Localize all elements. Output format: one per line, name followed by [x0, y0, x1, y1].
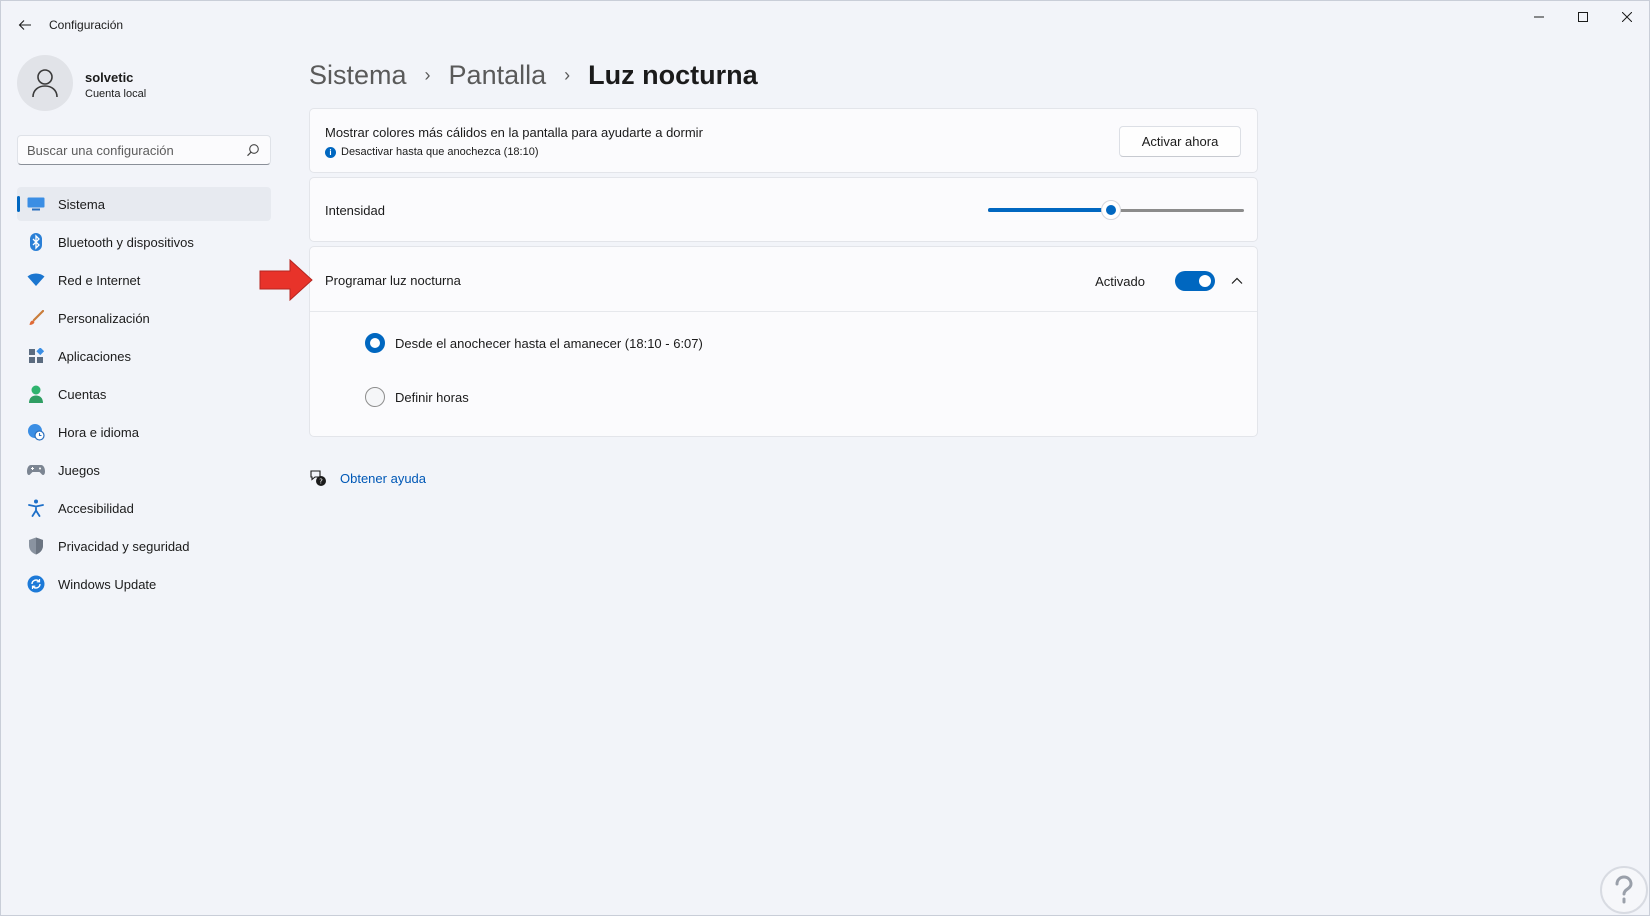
night-light-card: Mostrar colores más cálidos en la pantal… [309, 108, 1258, 173]
sidebar-item-hora[interactable]: Hora e idioma [17, 415, 271, 449]
person-icon [27, 385, 45, 403]
radio-button-selected[interactable] [365, 333, 385, 353]
sidebar-item-label: Accesibilidad [58, 500, 134, 516]
user-icon [32, 69, 58, 98]
breadcrumb-separator: › [424, 64, 431, 85]
slider-fill [988, 208, 1111, 212]
divider [310, 311, 1257, 312]
radio-sunset-to-sunrise[interactable]: Desde el anochecer hasta el amanecer (18… [365, 333, 703, 353]
wifi-icon [27, 271, 45, 289]
sidebar-item-label: Sistema [58, 196, 105, 212]
minimize-button[interactable] [1517, 1, 1561, 33]
back-arrow-icon [18, 20, 31, 30]
sidebar-item-label: Personalización [58, 310, 150, 326]
intensity-label: Intensidad [325, 203, 385, 218]
minimize-icon [1534, 16, 1544, 18]
bluetooth-icon [27, 233, 45, 251]
apps-icon [27, 347, 45, 365]
activate-now-button[interactable]: Activar ahora [1119, 126, 1241, 157]
sidebar-item-label: Privacidad y seguridad [58, 538, 190, 554]
annotation-arrow-icon [259, 259, 313, 301]
user-profile[interactable]: solvetic Cuenta local [17, 55, 277, 115]
radio-button[interactable] [365, 387, 385, 407]
gamepad-icon [27, 461, 45, 479]
sidebar-item-label: Cuentas [58, 386, 107, 402]
breadcrumb-pantalla[interactable]: Pantalla [449, 60, 547, 91]
chevron-up-icon[interactable] [1229, 273, 1245, 289]
globe-clock-icon [27, 423, 45, 441]
window-controls [1517, 1, 1649, 33]
sidebar-item-red[interactable]: Red e Internet [17, 263, 271, 297]
accessibility-icon [27, 499, 45, 517]
sidebar-item-label: Hora e idioma [58, 424, 139, 440]
schedule-label: Programar luz nocturna [325, 273, 461, 288]
help-chat-icon: ? [310, 470, 326, 486]
back-button[interactable] [13, 13, 37, 37]
sidebar-item-label: Bluetooth y dispositivos [58, 234, 194, 250]
search-icon[interactable] [246, 143, 260, 157]
slider-thumb[interactable] [1100, 200, 1121, 220]
maximize-button[interactable] [1561, 1, 1605, 33]
update-icon [27, 575, 45, 593]
night-light-status: i Desactivar hasta que anochezca (18:10) [325, 146, 539, 158]
account-type: Cuenta local [85, 88, 147, 100]
sidebar-item-label: Windows Update [58, 576, 157, 592]
sidebar-item-windows-update[interactable]: Windows Update [17, 567, 271, 601]
info-icon: i [325, 146, 336, 158]
close-button[interactable] [1605, 1, 1649, 33]
settings-window: Configuración solvetic Cuenta local Busc… [0, 0, 1650, 916]
night-light-status-text: Desactivar hasta que anochezca (18:10) [341, 146, 539, 158]
sidebar-item-cuentas[interactable]: Cuentas [17, 377, 271, 411]
intensity-slider[interactable] [988, 200, 1244, 220]
sidebar-nav: Sistema Bluetooth y dispositivos Red e I… [17, 187, 271, 605]
radio-label: Definir horas [395, 389, 469, 405]
page-title: Luz nocturna [588, 59, 758, 90]
sidebar-item-accesibilidad[interactable]: Accesibilidad [17, 491, 271, 525]
get-help-link[interactable]: Obtener ayuda [340, 471, 426, 486]
sidebar-item-label: Aplicaciones [58, 348, 131, 364]
night-light-description: Mostrar colores más cálidos en la pantal… [325, 125, 703, 140]
sidebar-item-privacidad[interactable]: Privacidad y seguridad [17, 529, 271, 563]
sidebar-item-label: Juegos [58, 462, 100, 478]
sidebar-item-personalizacion[interactable]: Personalización [17, 301, 271, 335]
avatar [17, 55, 73, 111]
intensity-card: Intensidad [309, 177, 1258, 242]
sidebar-item-sistema[interactable]: Sistema [17, 187, 271, 221]
app-title: Configuración [49, 18, 124, 32]
schedule-card: Programar luz nocturna Activado Desde el… [309, 246, 1258, 437]
system-icon [27, 195, 45, 213]
toggle-knob [1199, 275, 1211, 287]
brush-icon [27, 309, 45, 327]
radio-label: Desde el anochecer hasta el amanecer (18… [395, 335, 703, 351]
breadcrumb-sistema[interactable]: Sistema [309, 60, 407, 91]
search-input[interactable] [18, 136, 238, 164]
search-box [17, 135, 271, 165]
toggle-state-label: Activado [1095, 274, 1145, 289]
schedule-toggle[interactable] [1175, 271, 1215, 291]
title-bar: Configuración [1, 1, 1649, 49]
profile-name: solvetic [85, 70, 134, 85]
maximize-icon [1578, 12, 1588, 22]
shield-icon [27, 537, 45, 555]
svg-text:?: ? [319, 478, 323, 486]
solvetic-logo-icon [1600, 866, 1648, 914]
close-icon [1622, 12, 1632, 22]
breadcrumb: Sistema › Pantalla › Luz nocturna [309, 55, 758, 95]
sidebar-item-label: Red e Internet [58, 272, 141, 288]
get-help[interactable]: ? Obtener ayuda [309, 469, 426, 487]
radio-set-hours[interactable]: Definir horas [365, 387, 469, 407]
breadcrumb-separator: › [564, 64, 571, 85]
sidebar-item-juegos[interactable]: Juegos [17, 453, 271, 487]
sidebar-item-bluetooth[interactable]: Bluetooth y dispositivos [17, 225, 271, 259]
sidebar-item-aplicaciones[interactable]: Aplicaciones [17, 339, 271, 373]
